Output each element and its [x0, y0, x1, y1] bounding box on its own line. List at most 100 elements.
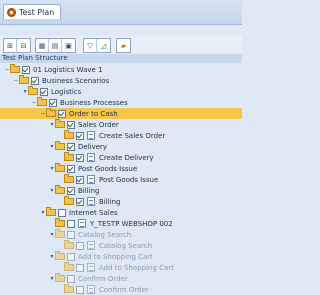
tree-row[interactable]: ▾ Internet Sales: [0, 207, 242, 218]
grid-view-button[interactable]: ▦: [36, 39, 49, 52]
tree-row[interactable]: Y_TESTP WEBSHOP 002: [0, 218, 242, 229]
folder-icon: [46, 207, 56, 216]
tree-row[interactable]: ▾ Delivery: [0, 141, 242, 152]
tree-node-label: Catalog Search: [99, 241, 153, 250]
test-case-document-icon: [87, 131, 95, 140]
tree-row[interactable]: ▾ Logistics: [0, 86, 242, 97]
tree-node-label: Add to Shopping Cart: [78, 252, 153, 261]
folder-icon: [55, 218, 65, 227]
tree-node-label: Post Goods Issue: [99, 175, 159, 184]
folder-button[interactable]: ▰: [117, 39, 130, 52]
tree-row[interactable]: Create Sales Order: [0, 130, 242, 141]
tree-checkbox[interactable]: [67, 219, 75, 228]
tree-checkbox[interactable]: [76, 285, 84, 294]
tree-checkbox[interactable]: [76, 131, 84, 140]
folder-icon: [64, 262, 74, 271]
tree-checkbox[interactable]: [40, 87, 48, 96]
tree-checkbox[interactable]: [67, 142, 75, 151]
test-case-document-icon: [87, 285, 95, 294]
tree-checkbox[interactable]: [76, 263, 84, 272]
tree-checkbox[interactable]: [76, 175, 84, 184]
tree-row[interactable]: Add to Shopping Cart: [0, 262, 242, 273]
test-case-document-icon: [87, 175, 95, 184]
tree-row[interactable]: ▾ Billing: [0, 185, 242, 196]
folder-icon: [64, 174, 74, 183]
folder-icon: [55, 141, 65, 150]
tree-row[interactable]: − Order to Cash: [0, 108, 242, 119]
tree-node-label: Add to Shopping Cart: [99, 263, 174, 272]
folder-icon: [28, 86, 38, 95]
tree-node-label: Create Delivery: [99, 153, 154, 162]
sort-button[interactable]: ◿: [97, 39, 110, 52]
folder-icon: [64, 196, 74, 205]
test-case-document-icon: [87, 153, 95, 162]
tree-row[interactable]: Post Goods Issue: [0, 174, 242, 185]
tree-checkbox[interactable]: [76, 197, 84, 206]
filter-button[interactable]: ▽: [84, 39, 97, 52]
tree-node-label: Logistics: [51, 87, 82, 96]
save-view-button[interactable]: ▣: [62, 39, 75, 52]
tree-checkbox[interactable]: [22, 65, 30, 74]
tree-node-label: Sales Order: [78, 120, 119, 129]
tree-row[interactable]: ▾ Sales Order: [0, 119, 242, 130]
folder-icon: [64, 152, 74, 161]
tree-row[interactable]: ▾ Add to Shopping Cart: [0, 251, 242, 262]
tree-checkbox[interactable]: [67, 164, 75, 173]
tree-node-label: Post Goods Issue: [78, 164, 138, 173]
tree-checkbox[interactable]: [76, 241, 84, 250]
folder-icon: [10, 64, 20, 73]
folder-icon: [55, 185, 65, 194]
toolbar-group-3: ▽ ◿: [83, 38, 111, 53]
test-case-document-icon: [78, 219, 86, 228]
tree-node-label: Confirm Order: [78, 274, 128, 283]
table-view-button[interactable]: ▤: [49, 39, 62, 52]
toolbar-group-1: ⊞ ⊟: [3, 38, 31, 53]
folder-icon: [37, 97, 47, 106]
folder-icon: [64, 130, 74, 139]
folder-icon: [55, 229, 65, 238]
tree-checkbox[interactable]: [31, 76, 39, 85]
expand-all-button[interactable]: ⊞: [4, 39, 17, 52]
tree-checkbox[interactable]: [67, 230, 75, 239]
tree-checkbox[interactable]: [67, 252, 75, 261]
folder-icon: [46, 108, 56, 117]
tree-row[interactable]: Catalog Search: [0, 240, 242, 251]
tree-checkbox[interactable]: [67, 120, 75, 129]
test-plan-tab[interactable]: Test Plan: [3, 4, 61, 19]
tree-row[interactable]: − Business Scenarios: [0, 75, 242, 86]
folder-icon: [55, 119, 65, 128]
toolbar-group-4: ▰: [116, 38, 131, 53]
tree-row[interactable]: −01 Logistics Wave 1: [0, 64, 242, 75]
test-plan-tree: −01 Logistics Wave 1− Business Scenarios ▾…: [0, 64, 242, 295]
tree-row[interactable]: ▾ Post Goods Issue: [0, 163, 242, 174]
tree-node-label: Billing: [99, 197, 121, 206]
tree-row[interactable]: Confirm Order: [0, 284, 242, 295]
tree-checkbox[interactable]: [58, 208, 66, 217]
tree-row[interactable]: Create Delivery: [0, 152, 242, 163]
tree-node-label: Delivery: [78, 142, 108, 151]
tree-node-label: Y_TESTP WEBSHOP 002: [90, 219, 173, 228]
tree-checkbox[interactable]: [67, 186, 75, 195]
tree-node-label: 01 Logistics Wave 1: [33, 65, 103, 74]
tree-row[interactable]: ▾ Confirm Order: [0, 273, 242, 284]
tree-node-label: Business Scenarios: [42, 76, 110, 85]
folder-icon: [55, 163, 65, 172]
tree-node-label: Internet Sales: [69, 208, 118, 217]
tree-row[interactable]: − Business Processes: [0, 97, 242, 108]
tree-node-label: Billing: [78, 186, 100, 195]
tree-checkbox[interactable]: [67, 274, 75, 283]
tree-node-label: Create Sales Order: [99, 131, 166, 140]
collapse-all-button[interactable]: ⊟: [17, 39, 30, 52]
tree-checkbox[interactable]: [76, 153, 84, 162]
tree-checkbox[interactable]: [58, 109, 66, 118]
tree-row[interactable]: ▾ Catalog Search: [0, 229, 242, 240]
tree-row[interactable]: Billing: [0, 196, 242, 207]
tree-checkbox[interactable]: [49, 98, 57, 107]
folder-icon: [55, 251, 65, 260]
tree-node-label: Confirm Order: [99, 285, 149, 294]
title-bar: Test Plan: [0, 0, 242, 25]
tree-node-label: Catalog Search: [78, 230, 132, 239]
test-case-document-icon: [87, 241, 95, 250]
folder-icon: [19, 75, 29, 84]
toolbar: ⊞ ⊟ ▦ ▤ ▣ ▽ ◿ ▰: [0, 36, 242, 53]
